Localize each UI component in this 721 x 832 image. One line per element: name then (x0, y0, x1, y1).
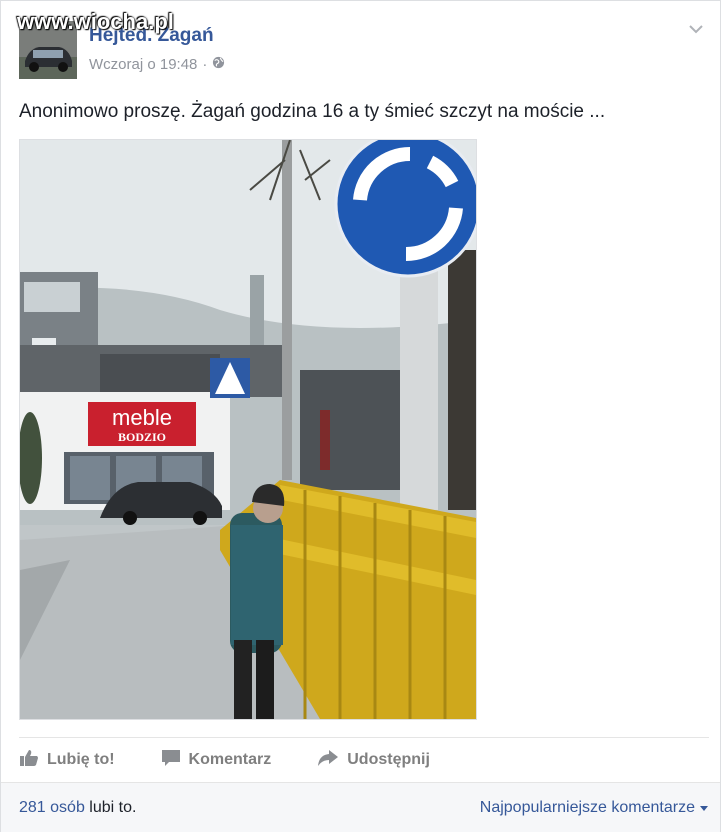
post-footer: 281 osób lubi to. Najpopularniejsze kome… (1, 782, 720, 832)
likes-suffix: lubi to. (84, 799, 137, 816)
meta-separator: · (202, 56, 208, 73)
photo-sign-bodzio: BODZIO (118, 430, 166, 444)
post-photo[interactable]: meble BODZIO (19, 139, 477, 720)
like-label: Lubię to! (47, 751, 115, 768)
comment-button[interactable]: Komentarz (161, 749, 272, 772)
globe-icon (212, 56, 225, 73)
action-bar: Lubię to! Komentarz Udostępnij (19, 737, 709, 782)
comment-sort-label: Najpopularniejsze komentarze (479, 799, 695, 816)
share-button[interactable]: Udostępnij (317, 749, 430, 772)
comment-icon (161, 749, 181, 772)
likes-summary: 281 osób lubi to. (19, 799, 136, 817)
post-meta: Wczoraj o 19:48 · (89, 56, 225, 73)
chevron-down-icon[interactable] (688, 21, 704, 37)
caret-down-icon (700, 799, 708, 817)
comment-sort-dropdown[interactable]: Najpopularniejsze komentarze (480, 799, 708, 817)
watermark: www.wiocha.pl (17, 9, 174, 34)
photo-sign-meble: meble (112, 405, 172, 430)
likes-count-link[interactable]: 281 osób (19, 799, 85, 816)
post-timestamp[interactable]: Wczoraj o 19:48 (89, 56, 197, 73)
like-button[interactable]: Lubię to! (19, 749, 115, 772)
comment-label: Komentarz (188, 751, 272, 768)
share-label: Udostępnij (347, 751, 430, 768)
post-card: www.wiocha.pl Hejted. Żagań Wczoraj o 19… (0, 0, 721, 832)
post-text: Anonimowo proszę. Żagań godzina 16 a ty … (19, 101, 606, 122)
like-icon (19, 749, 39, 772)
share-icon (317, 749, 339, 772)
